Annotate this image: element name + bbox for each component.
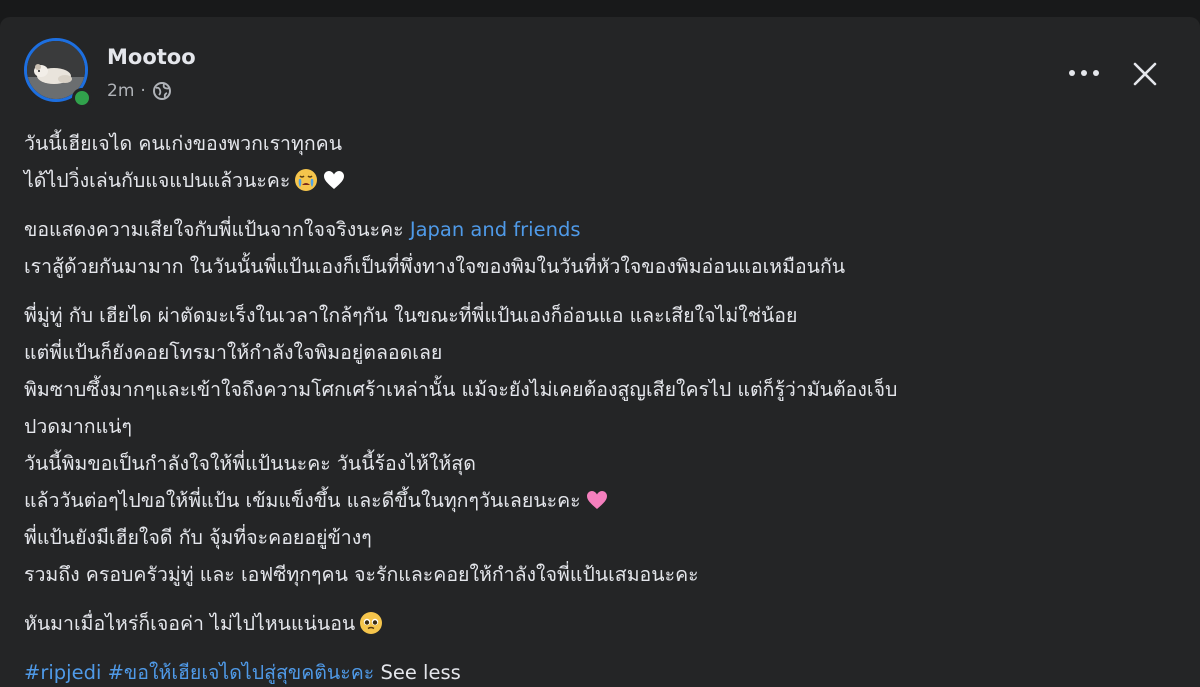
paragraph-2: ขอแสดงความเสียใจกับพี่แป้นจากใจจริงนะคะ … xyxy=(24,211,1174,285)
more-horizontal-icon xyxy=(1069,70,1099,76)
post-card: Mootoo 2m · วันนี้เฮียเจได คนเก่งของพวกเ… xyxy=(0,17,1200,687)
hashtag-link[interactable]: #ขอให้เฮียเจไดไปสู่สุขคตินะคะ xyxy=(108,661,375,684)
online-status-dot xyxy=(72,88,92,108)
post-body: วันนี้เฮียเจได คนเก่งของพวกเราทุกคน ได้ไ… xyxy=(24,125,1174,687)
more-options-button[interactable] xyxy=(1062,55,1106,91)
text-line-content: ขอแสดงความเสียใจกับพี่แป้นจากใจจริงนะคะ xyxy=(24,218,410,241)
text-line: วันนี้เฮียเจได คนเก่งของพวกเราทุกคน xyxy=(24,132,343,155)
white-heart-icon xyxy=(322,167,346,191)
text-line-with-link: ขอแสดงความเสียใจกับพี่แป้นจากใจจริงนะคะ … xyxy=(24,211,1174,248)
crying-face-icon xyxy=(294,167,318,191)
paragraph-3: พี่มู่ทู่ กับ เฮียได ผ่าตัดมะเร็งในเวลาใ… xyxy=(24,297,1174,593)
globe-icon[interactable] xyxy=(152,81,172,101)
text-line-content: หันมาเมื่อไหร่ก็เจอค่า ไม่ไปไหนแน่นอน xyxy=(24,612,356,635)
see-less-button[interactable]: See less xyxy=(380,661,460,684)
text-line-with-emoji: แล้ววันต่อๆไปขอให้พี่แป้น เข้มแข็งขึ้น แ… xyxy=(24,482,1174,519)
author-avatar-wrapper[interactable] xyxy=(24,38,94,108)
text-line: พี่มู่ทู่ กับ เฮียได ผ่าตัดมะเร็งในเวลาใ… xyxy=(24,304,798,327)
hashtag-link[interactable]: #ripjedi xyxy=(24,661,101,684)
paragraph-1: วันนี้เฮียเจได คนเก่งของพวกเราทุกคน ได้ไ… xyxy=(24,125,1174,199)
text-line-with-emoji: ได้ไปวิ่งเล่นกับแจแปนแล้วนะคะ xyxy=(24,162,1174,199)
text-line: วันนี้พิมขอเป็นกำลังใจให้พี่แป้นนะคะ วัน… xyxy=(24,452,476,475)
text-line: แต่พี่แป้นก็ยังคอยโทรมาให้กำลังใจพิมอยู่… xyxy=(24,341,443,364)
pleading-face-icon xyxy=(359,610,383,634)
text-line: พิมซาบซึ้งมากๆและเข้าใจถึงความโศกเศร้าเห… xyxy=(24,378,898,401)
text-line-content: แล้ววันต่อๆไปขอให้พี่แป้น เข้มแข็งขึ้น แ… xyxy=(24,489,581,512)
hashtags-line: #ripjedi #ขอให้เฮียเจไดไปสู่สุขคตินะคะ S… xyxy=(24,654,1174,687)
pink-heart-icon xyxy=(585,487,609,511)
author-name[interactable]: Mootoo xyxy=(107,44,196,70)
post-meta: 2m · xyxy=(107,80,172,102)
close-icon xyxy=(1133,62,1157,86)
paragraph-4: หันมาเมื่อไหร่ก็เจอค่า ไม่ไปไหนแน่นอน xyxy=(24,605,1174,642)
text-line: ปวดมากแน่ๆ xyxy=(24,415,132,438)
meta-separator: · xyxy=(140,81,146,101)
mention-link-japan-and-friends[interactable]: Japan and friends xyxy=(410,218,581,241)
text-line: เราสู้ด้วยกันมามาก ในวันนั้นพี่แป้นเองก็… xyxy=(24,255,846,278)
close-button[interactable] xyxy=(1124,53,1166,95)
text-line-hashtags: #ripjedi #ขอให้เฮียเจไดไปสู่สุขคตินะคะ S… xyxy=(24,654,1174,687)
text-line-with-emoji: หันมาเมื่อไหร่ก็เจอค่า ไม่ไปไหนแน่นอน xyxy=(24,605,1174,642)
text-line: รวมถึง ครอบครัวมู่ทู่ และ เอฟซีทุกๆคน จะ… xyxy=(24,563,699,586)
text-line: พี่แป้นยังมีเฮียใจดี กับ จุ้มที่จะคอยอยู… xyxy=(24,526,372,549)
post-timestamp[interactable]: 2m xyxy=(107,80,134,102)
text-line-content: ได้ไปวิ่งเล่นกับแจแปนแล้วนะคะ xyxy=(24,169,291,192)
